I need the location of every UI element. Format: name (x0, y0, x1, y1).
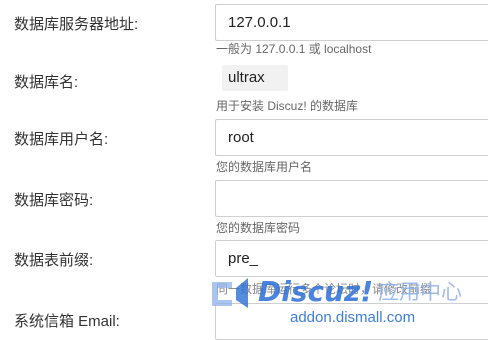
db-user-label: 数据库用户名: (14, 131, 109, 148)
db-name-input[interactable] (215, 59, 488, 96)
table-prefix-label: 数据表前缀: (14, 252, 94, 269)
table-prefix-input[interactable] (215, 240, 488, 277)
db-host-label: 数据库服务器地址: (14, 16, 139, 33)
db-name-label: 数据库名: (14, 74, 79, 91)
db-user-hint: 您的数据库用户名 (216, 160, 313, 174)
system-email-input[interactable] (215, 303, 488, 340)
system-email-label: 系统信箱 Email: (14, 313, 120, 330)
db-password-input[interactable] (215, 180, 488, 217)
db-password-hint: 您的数据库密码 (216, 221, 301, 235)
db-name-hint: 用于安装 Discuz! 的数据库 (216, 99, 359, 113)
db-host-input[interactable] (215, 4, 488, 41)
table-prefix-hint: 同一数据库运行多个论坛时，请修改前缀 (216, 282, 433, 296)
db-host-hint: 一般为 127.0.0.1 或 localhost (216, 42, 372, 56)
db-password-label: 数据库密码: (14, 192, 94, 209)
db-user-input[interactable] (215, 119, 488, 156)
